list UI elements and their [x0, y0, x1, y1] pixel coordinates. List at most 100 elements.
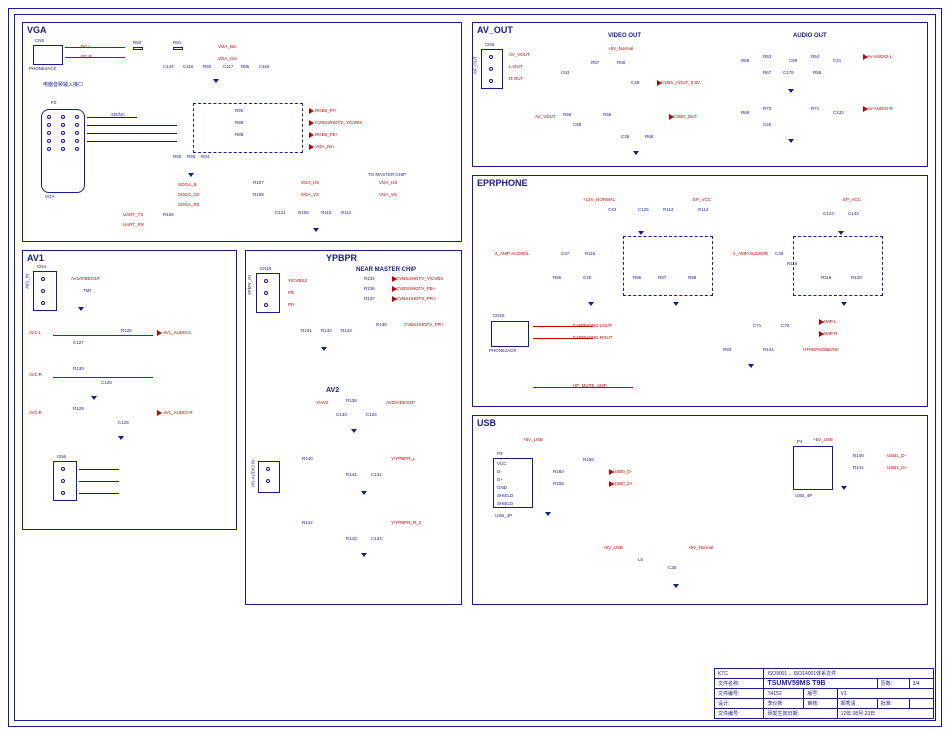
net-av1r2: AV1-R	[29, 411, 42, 416]
net-av1l: AV1-L	[29, 331, 41, 336]
wire	[533, 338, 593, 339]
comp-c36: C36	[621, 135, 629, 140]
avout-conn-ref: CN8	[485, 43, 494, 48]
arrow-icon	[309, 108, 314, 114]
wire	[87, 125, 177, 126]
comp-c125: C125	[638, 208, 649, 213]
pin	[47, 139, 51, 143]
comp-r134: R134	[364, 277, 375, 282]
comp-c40e: C40	[583, 276, 591, 281]
tb-approve	[909, 699, 933, 709]
net-avaudl: AV-AUDIO-L	[867, 55, 892, 60]
net-av2video: AV2/VIDEO1P	[386, 401, 415, 406]
arrow-icon	[309, 120, 314, 126]
comp-r136: R136	[364, 287, 375, 292]
comp-r114: R114	[698, 208, 708, 213]
comp-c115: C115	[259, 65, 269, 70]
comp-r120: R120	[851, 276, 862, 281]
comp-r158: R158	[583, 458, 594, 463]
arrow-icon	[609, 481, 614, 487]
arrow-icon	[392, 276, 397, 282]
title-block: KTC ISO9001 、ISO14001体系文件 文件名称: TSUMV59M…	[714, 668, 934, 719]
comp-r57: R57	[591, 61, 599, 66]
net-vga-bin: VGA_Bin	[218, 45, 237, 50]
wire	[87, 133, 177, 134]
vga-conn-type: VGA	[45, 195, 55, 200]
net-usb1dm: USB1_D-	[887, 454, 906, 459]
arrow-icon	[309, 132, 314, 138]
video-out-sub: VIDEO OUT	[608, 33, 641, 39]
pin	[41, 277, 45, 281]
comp-r113: R113	[663, 208, 673, 213]
tb-ms: 月	[858, 711, 863, 717]
arrow-icon	[669, 114, 674, 120]
gnd-icon	[313, 228, 319, 232]
to-master: TO MASTER CHIP	[368, 173, 406, 178]
comp-r140u: R140	[853, 454, 864, 459]
arrow-icon	[157, 330, 162, 336]
comp-r110: R110	[321, 211, 331, 216]
net-vgavs: VGA_VS	[301, 193, 319, 198]
gnd-icon	[545, 512, 551, 516]
comp-r85: R85	[241, 65, 249, 70]
net-pr: PR	[288, 303, 294, 308]
ypbpr-conn-ref: CN15	[260, 267, 272, 272]
tb-check-lbl: 审核:	[804, 699, 837, 709]
ypbpr-block: YPBPR NEAR MASTER CHIP CN15 YPbPr_IN Y/C…	[245, 250, 462, 605]
pin	[264, 291, 268, 295]
comp-r141u: R141	[853, 466, 864, 471]
comp-c143: C143	[848, 212, 859, 217]
gnd-icon	[673, 584, 679, 588]
usb-type-l: USB_4P	[495, 514, 512, 519]
earphone-block: EPRPHONE +12V_NORMAL EP_VCC EP_VCC C42 C…	[472, 175, 928, 407]
comp-c129: C129	[118, 421, 129, 426]
tb-docname-lbl: 文件名称:	[715, 679, 764, 689]
comp-r143: R143	[346, 537, 357, 542]
net-rout: R-OUT	[509, 77, 523, 82]
comp-c63: C63	[561, 71, 569, 76]
gnd-icon	[841, 486, 847, 490]
usb-pin-sh1: SHIELD	[497, 494, 513, 499]
ypbpr-title: YPBPR	[326, 253, 357, 263]
net-5vnorm: +5V_Normal	[688, 546, 713, 551]
pin	[41, 301, 45, 305]
comp-c35u: C35	[668, 566, 676, 571]
pin	[61, 139, 65, 143]
av1-conn2-ref: CN6	[57, 455, 66, 460]
tb-docno2-lbl: 文件编号:	[715, 709, 764, 719]
av1-title: AV1	[27, 253, 44, 263]
net-5vusb2: +5V_USB	[813, 438, 833, 443]
pin	[75, 115, 79, 119]
pin	[47, 131, 51, 135]
net-ampaudl: 2_AMP-AUDIO/L	[495, 252, 529, 257]
ypbpr-in-label: YPbPr_IN	[248, 275, 253, 295]
pin	[264, 303, 268, 307]
comp-c116: C116	[183, 65, 193, 70]
net-av1audl: AV1_AUDIO-L	[163, 331, 192, 336]
comp-r118: R118	[787, 262, 797, 267]
wire	[87, 117, 137, 118]
comp-r88: R88	[235, 133, 243, 138]
comp-r59: R59	[563, 113, 571, 118]
gnd-icon	[361, 491, 367, 495]
gnd-icon	[748, 364, 754, 368]
earphone-jack	[491, 321, 529, 347]
net-usb0dm: USB0_D-	[613, 470, 632, 475]
comp-r70: R70	[763, 107, 771, 112]
usb-title: USB	[477, 418, 496, 428]
net-uarttx: UART_TX	[123, 213, 143, 218]
comp-r55: R55	[813, 71, 821, 76]
tb-date: 12年 08月 23日	[837, 709, 933, 719]
comp-c144: C144	[163, 65, 174, 70]
net-usb0dp: USB0_D+	[613, 482, 633, 487]
comp-c35: C134	[366, 413, 377, 418]
avout-block: AV_OUT VIDEO OUT AUDIO OUT CN8 AV_OUT AV…	[472, 22, 928, 167]
net-yypbprl: Y/YPBPR_L	[391, 457, 416, 462]
net-pb: PB	[288, 291, 294, 296]
av1-conn	[33, 271, 57, 311]
comp-c41: C132	[833, 111, 844, 116]
comp-r141: R141	[346, 473, 357, 478]
comp-c176: C176	[783, 71, 794, 76]
net-yav2: Y/AV2	[316, 401, 328, 406]
usb-block: USB +5V_USB +5V_USB P3 VCC D- D+ GND SHI…	[472, 415, 928, 605]
